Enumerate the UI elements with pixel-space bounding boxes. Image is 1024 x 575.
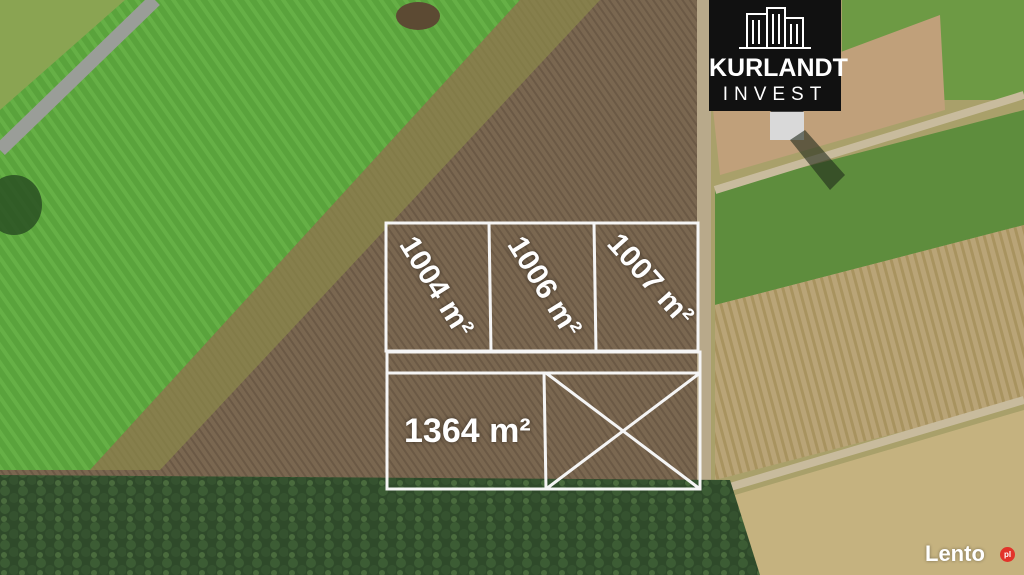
plot-label-1364: 1364 m² — [404, 412, 531, 450]
lento-pl-badge: pl — [1000, 547, 1015, 562]
aerial-photo — [0, 0, 1024, 575]
building-icon — [739, 7, 811, 49]
logo-title: KURLANDT — [709, 54, 848, 82]
kurlandt-invest-logo: KURLANDT INVEST — [709, 0, 848, 111]
lento-watermark: Lento — [925, 541, 985, 566]
logo-subtitle: INVEST — [722, 84, 828, 105]
